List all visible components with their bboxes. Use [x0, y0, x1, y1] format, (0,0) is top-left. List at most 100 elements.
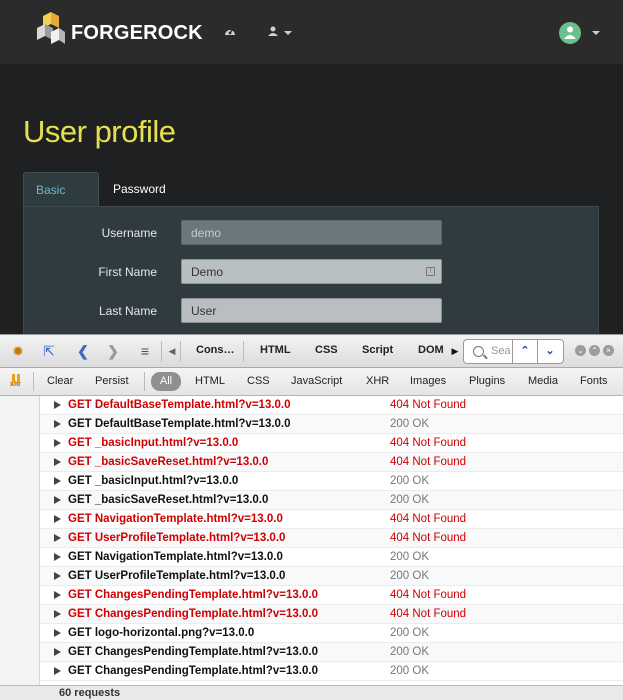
request-url: GET ChangesPendingTemplate.html?v=13.0.0	[68, 589, 318, 601]
request-row[interactable]: GET DefaultBaseTemplate.html?v=13.0.0 404…	[40, 396, 623, 415]
filter-media[interactable]: Media	[528, 375, 558, 387]
status-bar: 60 requests	[0, 685, 623, 700]
request-count: 60 requests	[59, 687, 121, 699]
expand-triangle-icon[interactable]	[54, 401, 61, 409]
search-input[interactable]: Sea	[491, 345, 511, 357]
expand-triangle-icon[interactable]	[54, 667, 61, 675]
request-row[interactable]: GET _basicInput.html?v=13.0.0 200 OK	[40, 472, 623, 491]
command-line-icon[interactable]: ≡	[136, 343, 154, 359]
request-url: GET _basicSaveReset.html?v=13.0.0	[68, 456, 269, 468]
expand-triangle-icon[interactable]	[54, 496, 61, 504]
request-row[interactable]: GET NavigationTemplate.html?v=13.0.0 200 …	[40, 548, 623, 567]
brand-name: FORGEROCK	[71, 22, 203, 44]
filter-all[interactable]: All	[151, 372, 181, 391]
detach-icon[interactable]: ⌃	[589, 345, 600, 356]
toolbar-divider	[144, 372, 145, 391]
main-content: User profile Basic Info Password Usernam…	[0, 64, 623, 336]
tab-script[interactable]: Script	[362, 344, 393, 356]
expand-triangle-icon[interactable]	[54, 553, 61, 561]
request-status: 200 OK	[390, 570, 429, 582]
inspect-icon[interactable]: ⇱	[40, 343, 58, 359]
avatar[interactable]	[559, 22, 581, 44]
filter-html[interactable]: HTML	[195, 375, 225, 387]
forward-arrow-icon[interactable]: ❯	[104, 343, 122, 359]
filter-images[interactable]: Images	[410, 375, 446, 387]
first-name-field[interactable]: Demo !	[181, 259, 442, 284]
form-row-first-name: First Name Demo !	[24, 259, 600, 285]
expand-triangle-icon[interactable]	[54, 572, 61, 580]
filter-plugins[interactable]: Plugins	[469, 375, 505, 387]
tab-html[interactable]: HTML	[260, 344, 291, 356]
filter-css[interactable]: CSS	[247, 375, 270, 387]
tab-basic-info[interactable]: Basic Info	[23, 172, 99, 231]
expand-triangle-icon[interactable]	[54, 629, 61, 637]
request-row[interactable]: GET ChangesPendingTemplate.html?v=13.0.0…	[40, 586, 623, 605]
request-row[interactable]: GET _basicInput.html?v=13.0.0 404 Not Fou…	[40, 434, 623, 453]
request-row[interactable]: GET ChangesPendingTemplate.html?v=13.0.0…	[40, 605, 623, 624]
request-row[interactable]: GET UserProfileTemplate.html?v=13.0.0 200…	[40, 567, 623, 586]
search-previous-icon[interactable]: ⌃	[512, 340, 537, 363]
persist-button[interactable]: Persist	[95, 375, 129, 387]
tab-scroll-left-icon[interactable]: ◀	[163, 343, 181, 359]
request-status: 404 Not Found	[390, 532, 467, 544]
request-list: GET DefaultBaseTemplate.html?v=13.0.0 404…	[0, 396, 623, 700]
expand-triangle-icon[interactable]	[54, 591, 61, 599]
expand-triangle-icon[interactable]	[54, 420, 61, 428]
request-row[interactable]: GET NavigationTemplate.html?v=13.0.0 404 …	[40, 510, 623, 529]
first-name-value: Demo	[191, 265, 224, 279]
back-arrow-icon[interactable]: ❮	[74, 343, 92, 359]
tab-dom[interactable]: DOM	[418, 344, 444, 356]
first-name-label: First Name	[98, 265, 157, 279]
last-name-label: Last Name	[98, 304, 157, 318]
expand-triangle-icon[interactable]	[54, 648, 61, 656]
request-status: 404 Not Found	[390, 456, 467, 468]
request-row[interactable]: GET DefaultBaseTemplate.html?v=13.0.0 200…	[40, 415, 623, 434]
pause-xhr-icon[interactable]: xhr	[10, 374, 24, 390]
search-next-icon[interactable]: ⌄	[537, 340, 562, 363]
expand-triangle-icon[interactable]	[54, 610, 61, 618]
expand-triangle-icon[interactable]	[54, 534, 61, 542]
tab-console[interactable]: Cons…	[196, 344, 235, 356]
user-menu-icon[interactable]	[268, 24, 292, 39]
request-status: 200 OK	[390, 494, 429, 506]
form-row-last-name: Last Name User	[24, 298, 600, 324]
avatar-icon	[564, 26, 576, 39]
devtools-toolbar: ✹ ⇱ ❮ ❯ ≡ ◀ Cons… HTML CSS Script DOM ▶ …	[0, 335, 623, 368]
tab-scroll-right-icon[interactable]: ▶	[446, 343, 464, 359]
minimize-icon[interactable]: ⌄	[575, 345, 586, 356]
close-icon[interactable]: ×	[603, 345, 614, 356]
expand-triangle-icon[interactable]	[54, 439, 61, 447]
chevron-down-icon[interactable]	[592, 31, 600, 35]
request-row[interactable]: GET ChangesPendingTemplate.html?v=13.0.0…	[40, 643, 623, 662]
username-field[interactable]: demo	[181, 220, 442, 245]
filter-xhr[interactable]: XHR	[366, 375, 389, 387]
clear-button[interactable]: Clear	[47, 375, 73, 387]
request-url: GET logo-horizontal.png?v=13.0.0	[68, 627, 255, 639]
tab-css[interactable]: CSS	[315, 344, 338, 356]
request-row[interactable]: GET UserProfileTemplate.html?v=13.0.0 404…	[40, 529, 623, 548]
request-url: GET UserProfileTemplate.html?v=13.0.0	[68, 570, 286, 582]
filter-javascript[interactable]: JavaScript	[291, 375, 342, 387]
last-name-field[interactable]: User	[181, 298, 442, 323]
toolbar-divider	[33, 372, 34, 391]
search-icon	[473, 346, 484, 357]
filter-fonts[interactable]: Fonts	[580, 375, 608, 387]
devtools-search[interactable]: Sea ⌃ ⌄	[463, 339, 564, 364]
request-row[interactable]: GET logo-horizontal.png?v=13.0.0 200 OK	[40, 624, 623, 643]
request-row[interactable]: GET _basicSaveReset.html?v=13.0.0 404 Not…	[40, 453, 623, 472]
tab-password[interactable]: Password	[101, 172, 178, 207]
request-row[interactable]: GET _basicSaveReset.html?v=13.0.0 200 OK	[40, 491, 623, 510]
forgerock-logo[interactable]: FORGEROCK	[35, 12, 203, 50]
request-status: 404 Not Found	[390, 589, 467, 601]
expand-triangle-icon[interactable]	[54, 458, 61, 466]
request-url: GET DefaultBaseTemplate.html?v=13.0.0	[68, 418, 291, 430]
forgerock-logo-mark-icon	[37, 12, 65, 44]
firebug-icon[interactable]: ✹	[9, 343, 27, 359]
dashboard-icon[interactable]	[224, 24, 236, 39]
request-status: 200 OK	[390, 418, 429, 430]
page-title: User profile	[23, 114, 176, 149]
request-list-gutter	[0, 396, 40, 700]
expand-triangle-icon[interactable]	[54, 515, 61, 523]
request-row[interactable]: GET ChangesPendingTemplate.html?v=13.0.0…	[40, 662, 623, 681]
expand-triangle-icon[interactable]	[54, 477, 61, 485]
